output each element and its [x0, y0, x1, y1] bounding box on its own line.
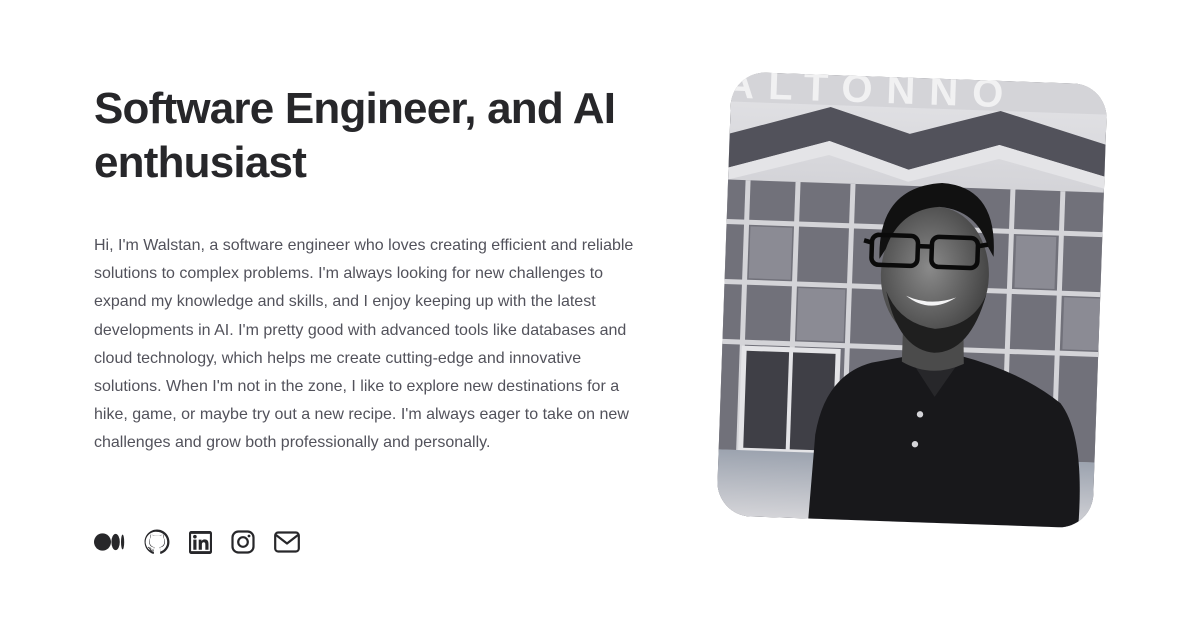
mail-link[interactable]	[274, 528, 300, 556]
page-title: Software Engineer, and AI enthusiast	[94, 84, 616, 187]
linkedin-icon	[189, 530, 212, 554]
social-links	[94, 528, 319, 556]
bio-paragraph: Hi, I'm Walstan, a software engineer who…	[94, 237, 634, 452]
mail-icon	[274, 531, 300, 553]
hero-section: Software Engineer, and AI enthusiast Hi,…	[94, 82, 654, 458]
medium-link[interactable]	[94, 528, 125, 556]
instagram-icon	[231, 530, 255, 554]
github-icon	[144, 529, 170, 554]
profile-photo: ALTONNO	[716, 71, 1108, 529]
portrait-illustration: ALTONNO	[716, 71, 1108, 529]
github-link[interactable]	[144, 528, 170, 556]
instagram-link[interactable]	[231, 528, 255, 556]
medium-icon	[94, 533, 125, 551]
linkedin-link[interactable]	[189, 528, 212, 556]
